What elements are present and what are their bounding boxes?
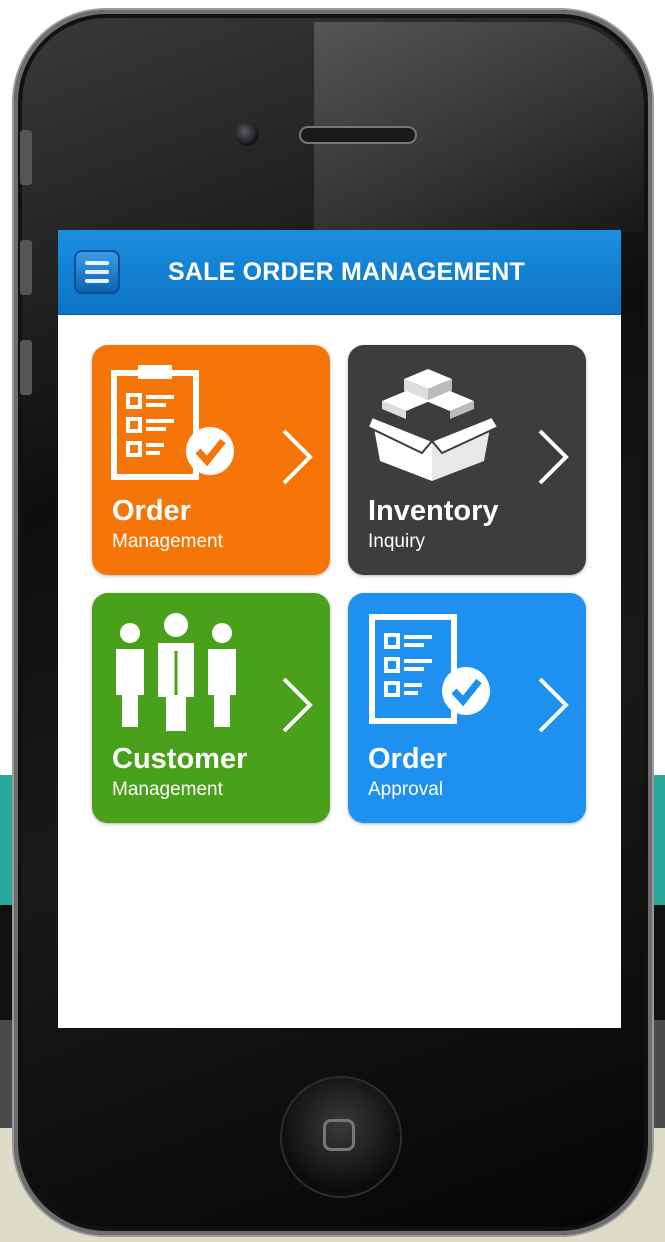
menu-button[interactable] <box>74 250 120 294</box>
menu-icon-bar <box>85 270 109 274</box>
menu-icon-bar <box>85 279 109 283</box>
volume-down-button[interactable] <box>20 340 32 395</box>
tile-inventory-inquiry[interactable]: Inventory Inquiry <box>348 345 586 575</box>
home-button[interactable] <box>282 1078 400 1196</box>
chevron-right-icon <box>282 677 313 733</box>
menu-icon-bar <box>85 261 109 265</box>
app-title: SALE ORDER MANAGEMENT <box>168 258 525 286</box>
tile-title: Inventory <box>368 495 499 527</box>
chevron-right-icon <box>538 677 569 733</box>
clipboard-check-icon <box>111 365 234 480</box>
tile-subtitle: Management <box>112 531 223 552</box>
earpiece-speaker <box>299 126 417 144</box>
tile-title: Customer <box>112 743 248 775</box>
app-header: SALE ORDER MANAGEMENT <box>58 230 621 315</box>
volume-up-button[interactable] <box>20 240 32 295</box>
front-camera <box>235 122 259 146</box>
people-icon <box>116 613 236 731</box>
tile-customer-management[interactable]: Customer Management <box>92 593 330 823</box>
tile-subtitle: Inquiry <box>368 531 426 552</box>
app-screen: SALE ORDER MANAGEMENT Order Management I… <box>58 230 621 1028</box>
boxes-icon <box>368 369 498 481</box>
chevron-right-icon <box>538 429 569 485</box>
tile-title: Order <box>112 495 191 527</box>
chevron-right-icon <box>282 429 313 485</box>
home-square-icon <box>323 1119 355 1151</box>
tile-order-management[interactable]: Order Management <box>92 345 330 575</box>
checklist-approval-icon <box>369 614 490 724</box>
tile-subtitle: Management <box>112 779 223 800</box>
mute-switch[interactable] <box>20 130 32 185</box>
tile-title: Order <box>368 743 447 775</box>
tile-order-approval[interactable]: Order Approval <box>348 593 586 823</box>
tile-subtitle: Approval <box>368 779 443 800</box>
